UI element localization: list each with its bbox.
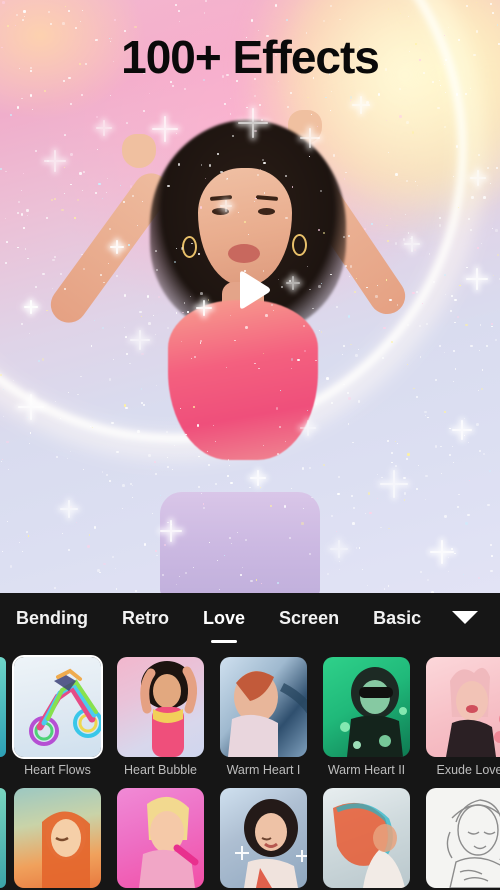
app-root: 100+ Effects Bending Retro Love Screen B… — [0, 0, 500, 890]
effect-thumbnail[interactable] — [0, 657, 6, 757]
effect-item-heart-flows[interactable]: Heart Flows — [6, 649, 109, 780]
effect-label: Heart Bubble — [124, 763, 197, 777]
effect-label: Exude Love — [436, 763, 500, 777]
left-hand — [122, 134, 156, 168]
effect-item-row2-1[interactable] — [6, 780, 109, 890]
effect-item-warm-heart-1[interactable]: Warm Heart I — [212, 649, 315, 780]
effect-thumbnail[interactable] — [12, 655, 103, 759]
effect-thumbnail[interactable] — [14, 788, 101, 888]
effect-thumbnail[interactable] — [220, 657, 307, 757]
effect-label: Warm Heart I — [226, 763, 301, 777]
tab-retro[interactable]: Retro — [122, 608, 169, 635]
effect-thumbnail[interactable] — [426, 657, 500, 757]
effect-item-heart-bubble[interactable]: Heart Bubble — [109, 649, 212, 780]
page-title: 100+ Effects — [121, 31, 380, 83]
lavender-pants — [160, 492, 320, 593]
left-earring — [182, 236, 197, 258]
category-tab-bar: Bending Retro Love Screen Basic — [0, 593, 500, 649]
tab-bending[interactable]: Bending — [16, 608, 88, 635]
effect-item-warm-heart-2[interactable]: Warm Heart II — [315, 649, 418, 780]
effect-thumbnail[interactable] — [323, 657, 410, 757]
video-preview[interactable] — [0, 0, 500, 593]
effect-item-row2-3[interactable] — [212, 780, 315, 890]
effect-label: Warm Heart II — [327, 763, 406, 777]
effect-thumbnail[interactable] — [0, 788, 6, 888]
lips — [228, 244, 260, 263]
tab-basic[interactable]: Basic — [373, 608, 421, 635]
tab-screen[interactable]: Screen — [279, 608, 339, 635]
play-icon[interactable] — [232, 268, 274, 312]
effects-row-1: Heart Flows Heart Bubble Warm Heart I Wa… — [0, 649, 500, 780]
right-earring — [292, 234, 307, 256]
effect-thumbnail[interactable] — [220, 788, 307, 888]
effect-item-row2-4[interactable] — [315, 780, 418, 890]
left-eye — [212, 208, 229, 215]
effect-thumbnail[interactable] — [426, 788, 500, 888]
effect-thumbnail[interactable] — [117, 657, 204, 757]
effects-row-2 — [0, 780, 500, 890]
effect-item-exude-love[interactable]: Exude Love — [418, 649, 500, 780]
tab-love[interactable]: Love — [203, 608, 245, 635]
effect-item-partial-left-2[interactable] — [0, 780, 6, 890]
chevron-down-icon[interactable] — [452, 611, 478, 624]
right-eye — [258, 208, 275, 215]
effect-thumbnail[interactable] — [323, 788, 410, 888]
effect-thumbnail[interactable] — [117, 788, 204, 888]
effects-grid[interactable]: Heart Flows Heart Bubble Warm Heart I Wa… — [0, 649, 500, 890]
effects-panel: Bending Retro Love Screen Basic Heart Fl… — [0, 593, 500, 890]
effect-label: Heart Flows — [24, 763, 91, 777]
effect-item-row2-2[interactable] — [109, 780, 212, 890]
effect-item-row2-5[interactable] — [418, 780, 500, 890]
